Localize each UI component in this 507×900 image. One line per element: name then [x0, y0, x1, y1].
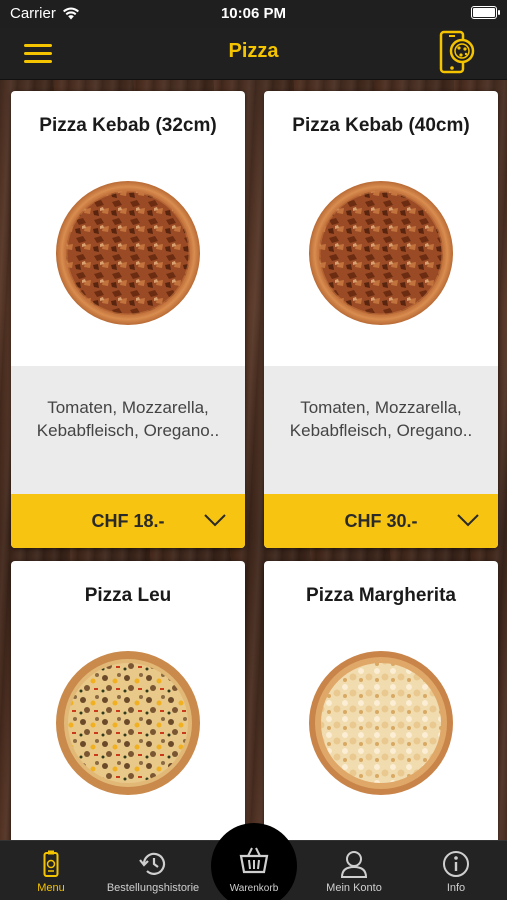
product-grid: Pizza Kebab (32cm) Tomaten, Mozzarella, …	[0, 80, 507, 840]
tab-label: Info	[446, 882, 466, 894]
pizza-kebab-image	[56, 181, 200, 325]
product-card[interactable]: Pizza Kebab (40cm) Tomaten, Mozzarella, …	[264, 91, 498, 548]
info-icon	[443, 851, 469, 877]
product-card[interactable]: Pizza Kebab (32cm) Tomaten, Mozzarella, …	[11, 91, 245, 548]
status-time: 10:06 PM	[220, 5, 287, 22]
battery-icon	[471, 6, 500, 19]
navigation-bar: Pizza	[0, 28, 507, 80]
status-bar: Carrier 10:06 PM	[0, 0, 507, 28]
tab-bar: Menu Bestellungshistorie Warenkorb Mein …	[0, 823, 507, 900]
tab-menu[interactable]: Menu	[0, 841, 102, 900]
cart-icon	[239, 847, 269, 874]
chevron-down-icon	[204, 514, 226, 527]
product-name: Pizza Kebab (32cm)	[39, 115, 217, 136]
pizza-leu-image	[56, 651, 200, 795]
product-name: Pizza Margherita	[306, 585, 456, 606]
tab-label: Warenkorb	[229, 883, 279, 894]
user-icon	[340, 851, 368, 878]
tab-info[interactable]: Info	[405, 841, 507, 900]
tab-my-account[interactable]: Mein Konto	[303, 841, 405, 900]
phone-pizza-icon[interactable]	[437, 30, 477, 76]
price-dropdown[interactable]: CHF 18.-	[11, 494, 245, 548]
product-card[interactable]: Pizza Leu	[11, 561, 245, 840]
chevron-down-icon	[457, 514, 479, 527]
product-name: Pizza Kebab (40cm)	[292, 115, 470, 136]
tab-label: Mein Konto	[326, 882, 382, 894]
pizza-kebab-image	[309, 181, 453, 325]
phone-menu-icon	[43, 850, 59, 877]
tab-label: Bestellungshistorie	[106, 882, 200, 894]
tab-label: Menu	[37, 882, 65, 894]
page-title: Pizza	[228, 40, 279, 62]
tab-cart[interactable]: Warenkorb	[211, 823, 297, 900]
product-description: Tomaten, Mozzarella, Kebabfleisch, Orega…	[264, 366, 498, 494]
price-dropdown[interactable]: CHF 30.-	[264, 494, 498, 548]
pizza-margherita-image	[309, 651, 453, 795]
tab-order-history[interactable]: Bestellungshistorie	[102, 841, 204, 900]
product-description: Tomaten, Mozzarella, Kebabfleisch, Orega…	[11, 366, 245, 494]
product-card[interactable]: Pizza Margherita	[264, 561, 498, 840]
product-name: Pizza Leu	[84, 585, 172, 606]
history-icon	[139, 852, 166, 875]
